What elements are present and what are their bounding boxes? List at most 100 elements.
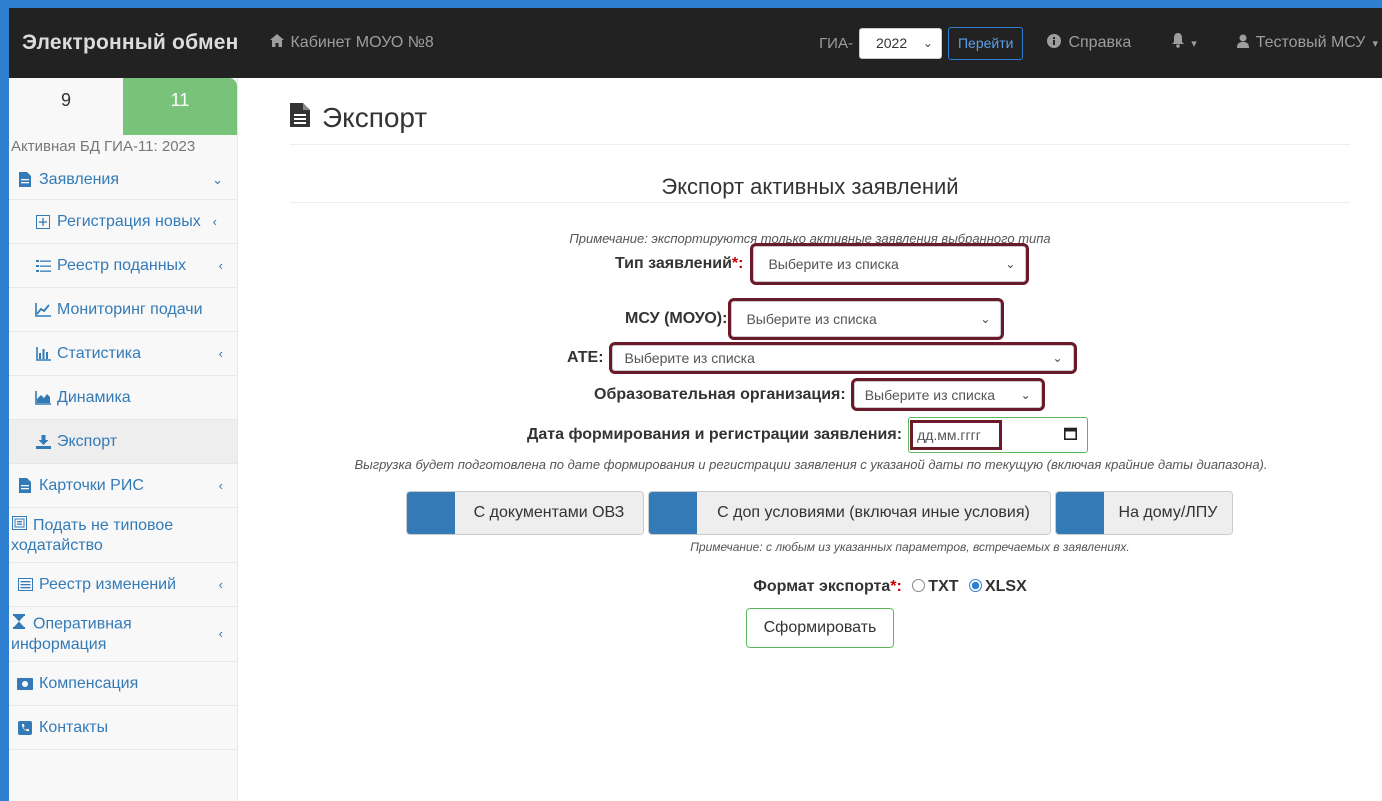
sidebar-item-label: Мониторинг подачи <box>57 300 203 318</box>
tab-class-9[interactable]: 9 <box>9 78 123 135</box>
user-dropdown[interactable]: Тестовый МСУ ▾ <box>1236 34 1378 53</box>
format-xlsx-label: XLSX <box>984 578 1027 595</box>
window-frame-left <box>0 0 9 801</box>
toggle-extra-conditions[interactable]: С доп условиями (включая иные условия) <box>648 491 1051 535</box>
list-alt-icon <box>17 577 33 593</box>
go-button[interactable]: Перейти <box>947 26 1024 60</box>
chevron-down-icon: ⌄ <box>922 36 933 50</box>
sidebar-item-label-block: Подать не типовое ходатайство <box>11 515 173 556</box>
toggle-switch <box>1056 492 1104 534</box>
file-icon <box>17 478 33 494</box>
plus-square-icon <box>35 214 51 230</box>
window-frame-top <box>0 0 1382 8</box>
sidebar-item-label: Заявления <box>39 170 120 188</box>
sidebar: 9 11 Активная БД ГИА-11: 2023 Заявления … <box>9 78 238 801</box>
caret-down-icon: ▾ <box>1191 37 1197 50</box>
toggle-label: С доп условиями (включая иные условия) <box>697 492 1050 534</box>
sidebar-item-registry[interactable]: Реестр поданных ‹ <box>9 244 237 288</box>
sidebar-item-operative-info[interactable]: Оперативная информация ‹ <box>9 607 237 662</box>
top-navbar: Электронный обмен Кабинет МОУО №8 ГИА- 2… <box>9 8 1382 78</box>
cabinet-label: Кабинет МОУО №8 <box>290 34 434 51</box>
field-row-date: Дата формирования и регистрации заявлени… <box>527 417 1089 453</box>
sidebar-item-compensation[interactable]: Компенсация <box>9 662 237 706</box>
tab-class-11[interactable]: 11 <box>123 78 237 135</box>
org-select[interactable]: Выберите из списка ⌄ <box>850 378 1045 411</box>
format-label: Формат экспорта <box>753 578 891 595</box>
sidebar-item-label: Карточки РИС <box>39 476 144 494</box>
msu-select[interactable]: Выберите из списка ⌄ <box>728 298 1005 340</box>
chevron-down-icon: ⌄ <box>980 312 991 326</box>
help-label: Справка <box>1068 34 1132 51</box>
sidebar-item-nonstandard-petition[interactable]: Подать не типовое ходатайство <box>9 508 237 563</box>
ate-select[interactable]: Выберите из списка ⌄ <box>608 342 1077 374</box>
toggle-switch <box>649 492 697 534</box>
chevron-down-icon: ⌄ <box>1005 257 1016 271</box>
download-icon <box>35 434 51 450</box>
sidebar-item-label: Контакты <box>39 718 109 736</box>
org-label: Образовательная организация: <box>594 385 846 403</box>
msu-label: МСУ (МОУО): <box>625 310 728 327</box>
year-value: 2022 <box>875 35 908 51</box>
radio-txt[interactable] <box>912 579 926 592</box>
sidebar-item-monitoring[interactable]: Мониторинг подачи <box>9 288 237 332</box>
chevron-left-icon: ‹ <box>218 258 223 273</box>
money-icon <box>17 676 33 692</box>
page: { "navbar": { "brand": "Электронный обме… <box>0 0 1382 801</box>
brand-title[interactable]: Электронный обмен <box>22 31 238 55</box>
toggle-home[interactable]: На дому/ЛПУ <box>1055 491 1233 535</box>
toggle-ovz[interactable]: С документами ОВЗ <box>406 491 644 535</box>
sidebar-item-label: Динамика <box>57 388 131 406</box>
user-icon <box>1236 34 1249 53</box>
sidebar-item-label-line2: ходатайство <box>11 536 103 554</box>
user-name: Тестовый МСУ <box>1255 34 1366 51</box>
sidebar-item-dynamics[interactable]: Динамика <box>9 376 237 420</box>
sidebar-item-label: Реестр поданных <box>57 256 187 274</box>
navbar-right: ГИА- 2022 ⌄ Перейти Справка ▾ Тестовый М… <box>819 8 1382 78</box>
sidebar-item-label: Экспорт <box>57 432 118 450</box>
chevron-left-icon: ‹ <box>218 577 223 592</box>
type-select[interactable]: Выберите из списка ⌄ <box>750 243 1030 285</box>
page-header: Экспорт <box>290 102 427 134</box>
field-row-org: Образовательная организация: Выберите из… <box>594 378 1045 411</box>
sidebar-item-label: Компенсация <box>39 674 139 692</box>
sidebar-item-label: Оперативная <box>33 615 132 633</box>
sidebar-item-contacts[interactable]: Контакты <box>9 706 237 750</box>
select-placeholder: Выберите из списка <box>746 311 877 327</box>
sidebar-item-changes-registry[interactable]: Реестр изменений ‹ <box>9 563 237 607</box>
list-icon <box>35 258 51 274</box>
sidebar-item-statistics[interactable]: Статистика ‹ <box>9 332 237 376</box>
sidebar-item-ris-cards[interactable]: Карточки РИС ‹ <box>9 464 237 508</box>
year-select[interactable]: 2022 ⌄ <box>858 27 942 59</box>
toggle-label: На дому/ЛПУ <box>1104 492 1232 534</box>
sidebar-item-register-new[interactable]: Регистрация новых ‹ <box>9 200 237 244</box>
required-mark: *: <box>731 255 744 272</box>
line-chart-icon <box>35 302 51 318</box>
date-input[interactable]: дд.мм.гггг <box>908 417 1089 453</box>
notifications-dropdown[interactable]: ▾ <box>1171 33 1197 53</box>
field-row-ate: АТЕ: Выберите из списка ⌄ <box>567 342 1077 374</box>
gia-label: ГИА- <box>819 34 853 52</box>
file-text-icon <box>290 102 310 134</box>
sidebar-item-label: Статистика <box>57 344 142 362</box>
sidebar-item-export[interactable]: Экспорт <box>9 420 237 464</box>
sidebar-item-label: Реестр изменений <box>39 575 177 593</box>
sidebar-item-applications[interactable]: Заявления ⌄ <box>9 160 237 200</box>
chevron-left-icon: ‹ <box>218 626 223 641</box>
help-link[interactable]: Справка <box>1047 33 1132 53</box>
area-chart-icon <box>35 390 51 406</box>
chevron-down-icon: ⌄ <box>1052 351 1063 365</box>
cabinet-link[interactable]: Кабинет МОУО №8 <box>270 34 434 52</box>
export-format-row: Формат экспорта*: TXT XLSX <box>238 578 1382 596</box>
date-placeholder: дд.мм.гггг <box>910 420 1002 450</box>
main-content: Экспорт Экспорт активных заявлений Приме… <box>238 78 1382 801</box>
date-label: Дата формирования и регистрации заявлени… <box>527 426 903 443</box>
chevron-down-icon: ⌄ <box>212 171 223 187</box>
note-params: Примечание: с любым из указанных парамет… <box>690 540 1130 554</box>
chevron-down-icon: ⌄ <box>1020 387 1031 402</box>
select-placeholder: Выберите из списка <box>768 256 899 272</box>
generate-button[interactable]: Сформировать <box>746 608 894 648</box>
format-txt-label: TXT <box>928 578 959 595</box>
radio-xlsx[interactable] <box>968 579 982 592</box>
home-icon <box>270 34 285 52</box>
hourglass-icon <box>11 613 27 629</box>
